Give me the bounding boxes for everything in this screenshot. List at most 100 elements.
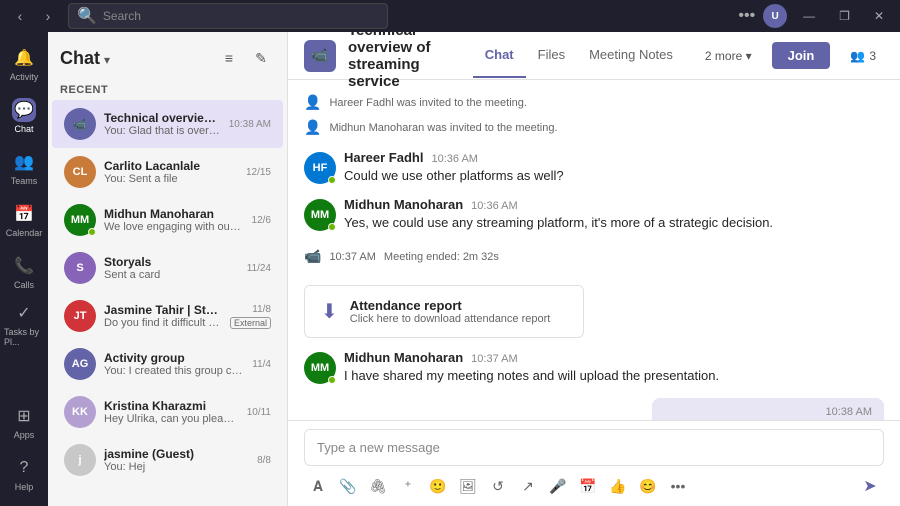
search-input[interactable] [103,9,379,23]
format-button[interactable]: 𝐀 [304,472,332,500]
participants-count: 3 [869,49,876,63]
item-name: Storyals [104,255,239,269]
message-author: Hareer Fadhl [344,150,423,165]
message-header: Hareer Fadhl 10:36 AM [344,150,884,165]
titlebar: ‹ › 🔍 ••• U — ❐ ✕ [0,0,900,32]
more-toolbar-button[interactable]: ••• [664,472,692,500]
avatar: MM [304,199,336,231]
forward-button[interactable]: › [36,4,60,28]
list-item[interactable]: CL Carlito Lacanlale You: Sent a file 12… [52,148,283,196]
calendar-label: Calendar [6,228,43,238]
system-message: 👤 Hareer Fadhl was invited to the meetin… [304,92,884,113]
send-button[interactable]: ➤ [856,472,884,500]
message-content: Midhun Manoharan 10:36 AM Yes, we could … [344,197,884,232]
compose-input[interactable]: Type a new message [304,429,884,466]
list-item[interactable]: 📹 Technical overview of ... You: Glad th… [52,100,283,148]
more-options-icon[interactable]: ••• [738,7,755,25]
more-tabs-button[interactable]: 2 more ▾ [697,45,760,67]
back-button[interactable]: ‹ [8,4,32,28]
message-text: I have shared my meeting notes and will … [344,367,884,385]
list-item[interactable]: AG Activity group You: I created this gr… [52,340,283,388]
item-meta: 11/24 [247,263,271,274]
gif-button[interactable]: ⁺ [394,472,422,500]
item-info: Jasmine Tahir | Storyals Do you find it … [104,303,222,329]
list-item[interactable]: j jasmine (Guest) You: Hej 8/8 [52,436,283,484]
item-info: Activity group You: I created this group… [104,351,244,377]
list-item[interactable]: JT Jasmine Tahir | Storyals Do you find … [52,292,283,340]
item-name: Activity group [104,351,244,365]
image-button[interactable]: 🖼 [454,472,482,500]
paperclip-button[interactable]: 🖇 [364,472,392,500]
attendance-info: Attendance report Click here to download… [350,298,551,325]
self-message: 10:38 AM Glad that is over! I didn't get… [304,398,884,420]
user-avatar[interactable]: U [763,4,787,28]
attach-button[interactable]: 📎 [334,472,362,500]
self-message-time: 10:38 AM [826,406,872,418]
praise-button[interactable]: ↗ [514,472,542,500]
mic-button[interactable]: 🎤 [544,472,572,500]
emoji-button[interactable]: 🙂 [424,472,452,500]
nav-buttons: ‹ › [8,4,60,28]
sidebar-item-apps[interactable]: ⊞ Apps [4,398,44,446]
item-name: Midhun Manoharan [104,207,244,221]
message-group: MM Midhun Manoharan 10:37 AM I have shar… [304,350,884,385]
item-preview: You: Glad that is over! I didn't ... [104,125,221,137]
meeting-ended-bar: 📹 10:37 AM Meeting ended: 2m 32s [304,244,884,269]
compose-area: Type a new message 𝐀 📎 🖇 ⁺ 🙂 🖼 ↺ ↗ 🎤 📅 👍… [288,420,900,506]
item-info: jasmine (Guest) You: Hej [104,447,249,473]
attendance-card[interactable]: ⬇ Attendance report Click here to downlo… [304,285,584,338]
recent-label: Recent [48,80,287,100]
meeting-duration: Meeting ended: 2m 32s [384,251,499,263]
maximize-button[interactable]: ❐ [831,5,858,27]
sidebar-item-calls[interactable]: 📞 Calls [4,248,44,296]
item-name: Jasmine Tahir | Storyals [104,303,222,317]
message-group: MM Midhun Manoharan 10:36 AM Yes, we cou… [304,197,884,232]
filter-button[interactable]: ≡ [215,44,243,72]
main-tabs: Chat Files Meeting Notes [473,33,685,78]
avatar: j [64,444,96,476]
new-chat-button[interactable]: ✎ [247,44,275,72]
loop-button[interactable]: ↺ [484,472,512,500]
item-preview: Do you find it difficult to lea... [104,317,222,329]
item-preview: Sent a card [104,269,239,281]
sidebar-item-tasks[interactable]: ✓ Tasks by Pl... [4,300,44,348]
item-meta: 12/15 [246,167,271,178]
sidebar-title: Chat▾ [60,48,110,69]
item-info: Technical overview of ... You: Glad that… [104,111,221,137]
sidebar-item-teams[interactable]: 👥 Teams [4,144,44,192]
item-time: 11/4 [252,359,271,370]
system-message: 👤 Midhun Manoharan was invited to the me… [304,117,884,138]
external-badge: External [230,317,271,329]
avatar: AG [64,348,96,380]
tab-meeting-notes[interactable]: Meeting Notes [577,33,685,78]
attendance-subtitle: Click here to download attendance report [350,313,551,325]
item-time: 11/24 [247,263,271,274]
minimize-button[interactable]: — [795,5,823,27]
main-header: 📹 Technical overview of streaming servic… [288,32,900,80]
item-time: 12/6 [252,215,271,226]
sidebar-item-activity[interactable]: 🔔 Activity [4,40,44,88]
sidebar-item-help[interactable]: ? Help [4,450,44,498]
app-body: 🔔 Activity 💬 Chat 👥 Teams 📅 Calendar 📞 C… [0,32,900,506]
avatar: MM [304,352,336,384]
sidebar-item-chat[interactable]: 💬 Chat [4,92,44,140]
participants-button[interactable]: 👥 3 [842,45,884,67]
item-info: Midhun Manoharan We love engaging with o… [104,207,244,233]
like-button[interactable]: 👍 [604,472,632,500]
tab-chat[interactable]: Chat [473,33,526,78]
list-item[interactable]: S Storyals Sent a card 11/24 [52,244,283,292]
schedule-button[interactable]: 📅 [574,472,602,500]
sidebar-header: Chat▾ ≡ ✎ [48,32,287,80]
sidebar-item-calendar[interactable]: 📅 Calendar [4,196,44,244]
join-button[interactable]: Join [772,42,831,69]
sidebar: Chat▾ ≡ ✎ Recent 📹 Technical overview of… [48,32,288,506]
tab-files[interactable]: Files [526,33,577,78]
list-item[interactable]: KK Kristina Kharazmi Hey Ulrika, can you… [52,388,283,436]
sticker-button[interactable]: 😊 [634,472,662,500]
close-button[interactable]: ✕ [866,5,892,27]
status-indicator [328,376,336,384]
list-item[interactable]: MM Midhun Manoharan We love engaging wit… [52,196,283,244]
message-text: Could we use other platforms as well? [344,167,884,185]
status-indicator [328,176,336,184]
search-bar[interactable]: 🔍 [68,3,388,29]
